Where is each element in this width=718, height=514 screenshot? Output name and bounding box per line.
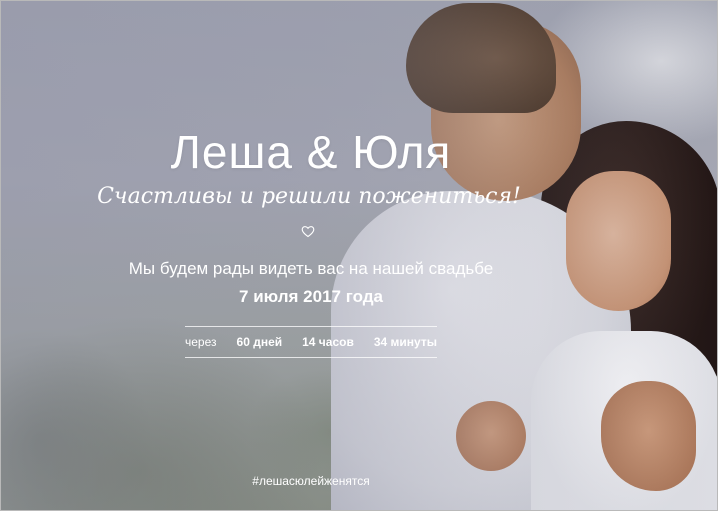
hashtag: #лешасюлейженятся: [252, 474, 370, 488]
countdown-days: 60 дней: [236, 335, 283, 349]
tagline: Счастливы и решили пожениться!: [97, 184, 521, 209]
countdown-minutes: 34 минуты: [373, 335, 437, 349]
divider-bottom: [185, 357, 437, 358]
heart-outline-icon: [301, 226, 315, 238]
divider-top: [185, 326, 437, 327]
countdown-prefix: через: [185, 335, 217, 349]
wedding-date: 7 июля 2017 года: [239, 287, 383, 306]
hero-content: Леша & Юля Счастливы и решили пожениться…: [1, 1, 621, 510]
countdown-hours: 14 часов: [302, 335, 354, 349]
invitation-text: Мы будем рады видеть вас на нашей свадьб…: [128, 259, 494, 278]
wedding-hero: Леша & Юля Счастливы и решили пожениться…: [0, 0, 718, 511]
countdown: через 60 дней 14 часов 34 минуты: [185, 331, 437, 353]
couple-names: Леша & Юля: [170, 126, 452, 178]
